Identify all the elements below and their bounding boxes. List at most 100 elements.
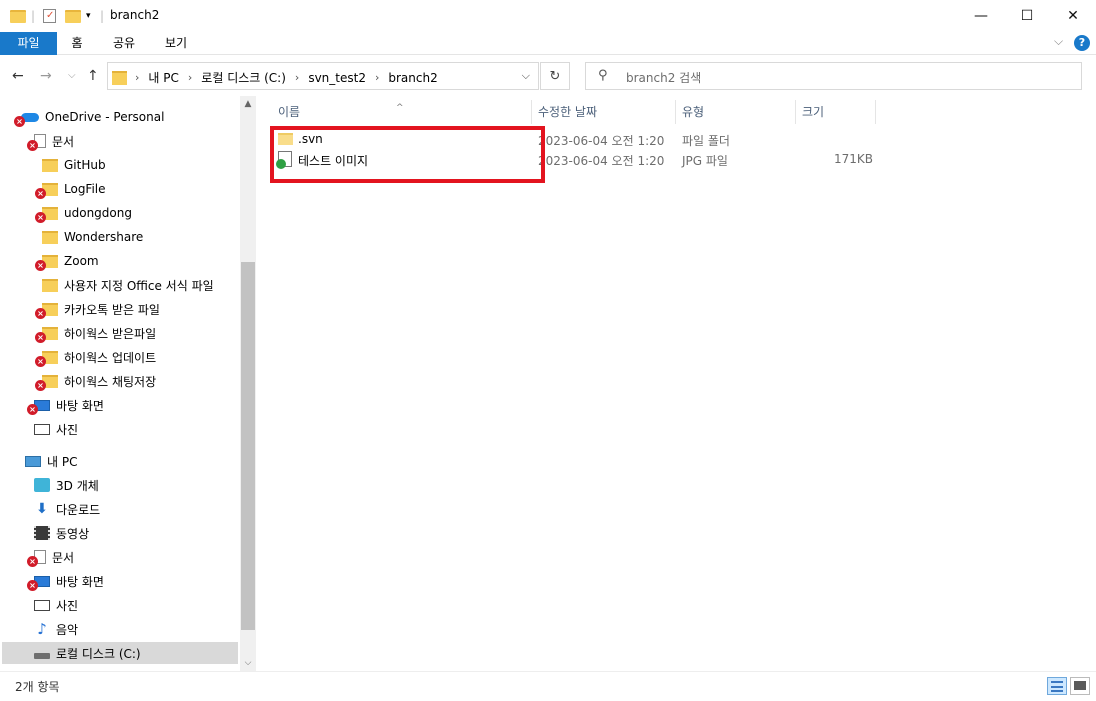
refresh-button[interactable]: ↻ — [540, 62, 570, 90]
sidebar-item-label: 하이웍스 받은파일 — [64, 326, 157, 341]
breadcrumb-branch2[interactable]: branch2 — [388, 71, 437, 85]
window-title: branch2 — [110, 8, 160, 22]
column-header-size[interactable]: 크기 — [796, 100, 876, 124]
sync-error-icon: × — [35, 332, 46, 343]
sidebar-item-label: GitHub — [64, 158, 106, 172]
quick-access-folder-icon[interactable] — [10, 7, 26, 25]
sidebar-item-label: 문서 — [52, 134, 75, 149]
address-folder-icon — [112, 70, 127, 85]
sidebar-item[interactable]: 사진 — [34, 594, 78, 616]
3d-objects-icon — [34, 478, 50, 492]
pc-icon — [25, 455, 41, 467]
sidebar-item[interactable]: 하이웍스 받은파일 — [42, 322, 156, 344]
download-icon: ⬇ — [36, 501, 48, 517]
sidebar-item[interactable]: udongdong — [42, 202, 132, 224]
sidebar-item[interactable]: OneDrive - Personal — [21, 106, 164, 128]
breadcrumb-local-disk[interactable]: 로컬 디스크 (C:) — [201, 69, 286, 86]
sidebar-item[interactable]: 하이웍스 업데이트 — [42, 346, 156, 368]
sidebar-item[interactable]: Wondershare — [42, 226, 143, 248]
sidebar-item-label: 동영상 — [56, 526, 90, 541]
close-button[interactable]: ✕ — [1050, 0, 1096, 32]
pictures-icon — [34, 423, 50, 435]
sync-error-icon: × — [27, 580, 38, 591]
sidebar-item[interactable]: 하이웍스 채팅저장 — [42, 370, 156, 392]
sidebar-item-label: 하이웍스 업데이트 — [64, 350, 157, 365]
sidebar-item[interactable]: 사용자 지정 Office 서식 파일 — [42, 274, 214, 296]
sidebar-item-label: Zoom — [64, 254, 99, 268]
title-separator-2: | — [100, 9, 105, 23]
back-button[interactable]: ← — [12, 68, 24, 84]
sidebar-item[interactable]: Zoom — [42, 250, 99, 272]
file-size: 171KB — [834, 152, 874, 166]
sidebar-item[interactable]: 내 PC — [25, 450, 77, 472]
sync-error-icon: × — [35, 308, 46, 319]
sidebar-item[interactable]: ♪ 음악 — [34, 618, 78, 640]
navigation-scrollbar[interactable]: ▲ ⌵ — [240, 96, 256, 671]
tab-share[interactable]: 공유 — [104, 32, 144, 55]
sync-error-icon: × — [27, 404, 38, 415]
sidebar-item[interactable]: 로컬 디스크 (C:) — [2, 642, 238, 664]
breadcrumb-separator[interactable]: › — [295, 71, 299, 84]
sidebar-item[interactable]: 3D 개체 — [34, 474, 99, 496]
tab-file[interactable]: 파일 — [0, 32, 57, 55]
properties-icon[interactable]: ✓ — [43, 7, 56, 25]
search-box[interactable]: ⚲ branch2 검색 — [585, 62, 1082, 90]
column-header-name[interactable]: 이름 ^ — [258, 100, 532, 124]
sync-error-icon: × — [35, 188, 46, 199]
sidebar-item[interactable]: GitHub — [42, 154, 106, 176]
sidebar-item-label: 로컬 디스크 (C:) — [56, 646, 141, 661]
navigation-pane: OneDrive - Personal 문서 GitHub LogFile udongd… — [0, 96, 256, 671]
breadcrumb-separator[interactable]: › — [135, 71, 139, 84]
address-bar[interactable]: › 내 PC › 로컬 디스크 (C:) › svn_test2 › branc… — [107, 62, 539, 90]
help-icon[interactable]: ? — [1074, 35, 1090, 51]
file-type: JPG 파일 — [682, 154, 728, 168]
sync-error-icon: × — [35, 212, 46, 223]
sidebar-item[interactable]: 문서 — [34, 130, 74, 152]
sidebar-item-label: 사용자 지정 Office 서식 파일 — [64, 278, 214, 293]
tab-view[interactable]: 보기 — [156, 32, 196, 55]
forward-button[interactable]: → — [40, 68, 52, 84]
customize-quick-access-icon[interactable]: ▾ — [86, 7, 91, 25]
file-date: 2023-06-04 오전 1:20 — [538, 134, 665, 148]
breadcrumb-separator[interactable]: › — [375, 71, 379, 84]
sidebar-item[interactable]: ⬇ 다운로드 — [34, 498, 100, 520]
sync-error-icon: × — [35, 260, 46, 271]
file-date: 2023-06-04 오전 1:20 — [538, 154, 665, 168]
tab-home[interactable]: 홈 — [62, 32, 92, 55]
sidebar-item[interactable]: 사진 — [34, 418, 78, 440]
recent-locations-button[interactable]: ⌵ — [68, 70, 76, 81]
ribbon-expand-icon[interactable]: ⌵ — [1054, 34, 1063, 49]
column-header-type[interactable]: 유형 — [676, 100, 796, 124]
sidebar-item-label: 바탕 화면 — [56, 574, 104, 589]
sidebar-item[interactable]: 문서 — [34, 546, 74, 568]
sync-error-icon: × — [27, 556, 38, 567]
breadcrumb-separator[interactable]: › — [188, 71, 192, 84]
ribbon-tabs: 파일 홈 공유 보기 ⌵ ? — [0, 32, 1096, 55]
sync-error-icon: × — [35, 380, 46, 391]
scroll-up-icon[interactable]: ▲ — [240, 96, 256, 112]
details-view-button[interactable] — [1047, 677, 1067, 695]
sidebar-item[interactable]: LogFile — [42, 178, 106, 200]
pictures-icon — [34, 599, 50, 611]
search-input[interactable]: branch2 검색 — [626, 69, 701, 86]
column-header-date[interactable]: 수정한 날짜 — [532, 100, 676, 124]
address-dropdown-icon[interactable]: ⌵ — [522, 69, 530, 83]
minimize-button[interactable]: — — [958, 0, 1004, 32]
sidebar-item[interactable]: 바탕 화면 — [34, 394, 104, 416]
breadcrumb-svn-test2[interactable]: svn_test2 — [308, 71, 366, 85]
sync-error-icon: × — [14, 116, 25, 127]
column-name-label: 이름 — [278, 105, 301, 119]
sidebar-item-label: 음악 — [56, 622, 79, 637]
up-button[interactable]: ↑ — [87, 68, 99, 84]
large-icons-view-button[interactable] — [1070, 677, 1090, 695]
breadcrumb-this-pc[interactable]: 내 PC — [148, 69, 178, 86]
scrollbar-thumb[interactable] — [241, 262, 255, 630]
sidebar-item-label: 3D 개체 — [56, 478, 99, 493]
new-folder-icon[interactable] — [65, 7, 81, 25]
sidebar-item[interactable]: 동영상 — [34, 522, 89, 544]
sidebar-item[interactable]: 카카오톡 받은 파일 — [42, 298, 160, 320]
scroll-down-icon[interactable]: ⌵ — [240, 655, 256, 671]
maximize-button[interactable]: ☐ — [1004, 0, 1050, 32]
sidebar-item[interactable]: 바탕 화면 — [34, 570, 104, 592]
sort-ascending-icon: ^ — [396, 103, 404, 113]
